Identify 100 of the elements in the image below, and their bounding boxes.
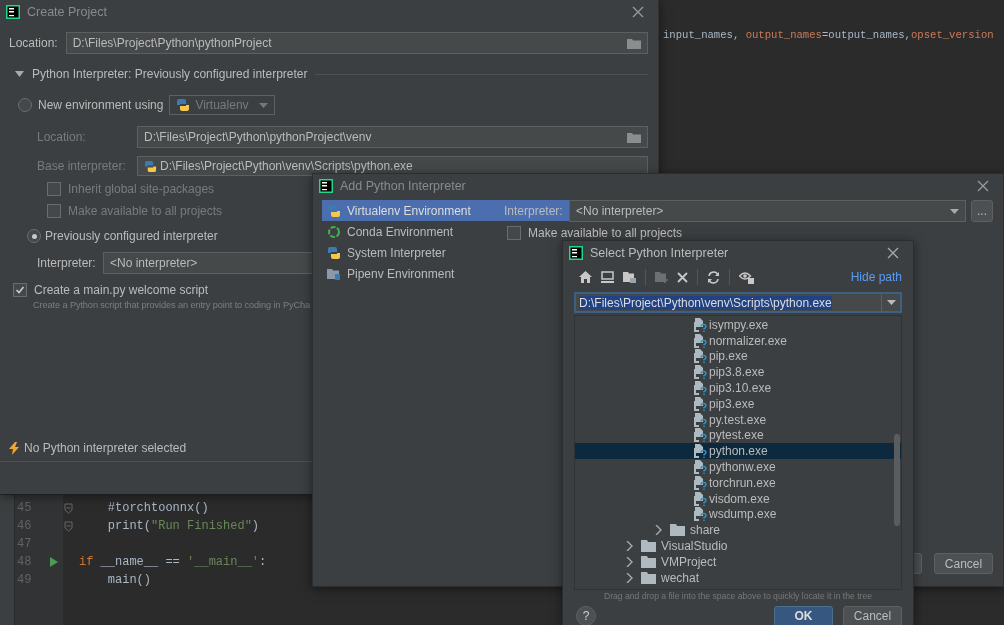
- unknown-file-icon: [694, 381, 707, 396]
- folder-item[interactable]: VMProject: [575, 553, 901, 570]
- cancel-button[interactable]: Cancel: [843, 605, 902, 625]
- folder-icon: [641, 540, 656, 553]
- radio-label: Previously configured interpreter: [45, 229, 218, 243]
- field-label: Location:: [9, 36, 58, 50]
- file-item[interactable]: isympy.exe: [575, 317, 901, 333]
- chevron-icon[interactable]: [625, 541, 633, 552]
- app-logo-icon: [6, 5, 20, 19]
- run-icon[interactable]: [49, 556, 59, 568]
- folder-icon[interactable]: [627, 37, 641, 49]
- file-item[interactable]: visdom.exe: [575, 490, 901, 507]
- refresh-icon[interactable]: [707, 270, 720, 284]
- browse-button[interactable]: ...: [971, 200, 993, 222]
- file-item[interactable]: pip3.10.exe: [575, 380, 901, 396]
- folder-icon: [641, 571, 656, 584]
- chevron-icon[interactable]: [625, 556, 633, 567]
- file-item[interactable]: wsdump.exe: [575, 506, 901, 523]
- location-field[interactable]: D:\Files\Project\Python\pythonProject: [65, 32, 648, 54]
- caret-icon: [259, 102, 269, 108]
- sidebar-item[interactable]: Conda Environment: [322, 221, 489, 242]
- collapse-icon[interactable]: [15, 71, 24, 77]
- window-title: Select Python Interpreter: [590, 246, 729, 260]
- code-line: print("Run Finished"): [106, 519, 260, 533]
- ok-button[interactable]: OK: [774, 605, 833, 625]
- folder-icon: [670, 524, 685, 537]
- hide-path-link[interactable]: Hide path: [850, 270, 902, 284]
- checkbox[interactable]: [47, 204, 61, 218]
- folder-icon[interactable]: [627, 131, 641, 143]
- python-icon: [176, 98, 191, 112]
- unknown-file-icon: [694, 317, 707, 332]
- checkbox-label: Make available to all projects: [68, 204, 223, 218]
- radio-button[interactable]: [27, 229, 41, 243]
- radio-label: New environment using: [38, 98, 164, 112]
- checkbox-label: Inherit global site-packages: [68, 182, 215, 196]
- window-title: Add Python Interpreter: [340, 179, 466, 193]
- code-line: main(): [106, 573, 151, 587]
- delete-icon[interactable]: [677, 271, 688, 283]
- unknown-file-icon: [694, 428, 707, 443]
- code-line: #torchtoonnx(): [106, 501, 209, 515]
- help-button[interactable]: ?: [576, 606, 596, 625]
- python-icon: [327, 203, 341, 218]
- location-field[interactable]: D:\Files\Project\Python\pythonProject\venv: [137, 126, 648, 148]
- sidebar-item[interactable]: Pipenv Environment: [322, 263, 489, 284]
- radio-button[interactable]: [18, 98, 32, 112]
- home-icon[interactable]: [579, 271, 592, 283]
- unknown-file-icon: [694, 475, 707, 490]
- lightning-icon: [9, 441, 19, 455]
- file-item[interactable]: pip3.exe: [575, 396, 901, 412]
- checkbox[interactable]: [47, 182, 61, 196]
- file-item[interactable]: normalizer.exe: [575, 332, 901, 349]
- ring-icon: [327, 224, 341, 239]
- code-line: input_names, output_names=output_names,opset_version: [663, 28, 994, 42]
- interpreter-dropdown[interactable]: <No interpreter>: [569, 200, 966, 222]
- scrollbar[interactable]: [894, 434, 900, 526]
- code-line: if __name__ == '__main__':: [79, 555, 267, 569]
- warning-text: No Python interpreter selected: [24, 441, 187, 455]
- unknown-file-icon: [694, 412, 707, 427]
- window-title: Create Project: [27, 5, 107, 19]
- chevron-icon[interactable]: [654, 525, 662, 536]
- interpreter-dropdown[interactable]: D:\Files\Project\Python\venv\Scripts\python.exe: [137, 156, 648, 176]
- section-title[interactable]: Python Interpreter: Previously configured interpreter: [32, 67, 308, 81]
- folder-icon: [641, 555, 656, 568]
- python-icon: [327, 245, 341, 260]
- app-logo-icon: [319, 179, 333, 193]
- file-item[interactable]: pytest.exe: [575, 427, 901, 444]
- file-item[interactable]: pythonw.exe: [575, 459, 901, 475]
- unknown-file-icon: [694, 507, 707, 522]
- field-label: Interpreter:: [37, 256, 97, 270]
- file-item[interactable]: python.exe: [575, 443, 901, 460]
- caret-icon: [950, 208, 959, 214]
- file-item[interactable]: pip.exe: [575, 348, 901, 365]
- close-icon[interactable]: [632, 6, 644, 18]
- folder-item[interactable]: wechat: [575, 569, 901, 586]
- file-item[interactable]: pip3.8.exe: [575, 364, 901, 381]
- monitor-icon[interactable]: [601, 271, 614, 283]
- chevron-icon[interactable]: [625, 572, 633, 583]
- folder-icon[interactable]: [623, 271, 636, 283]
- field-label: Base interpreter:: [37, 159, 127, 173]
- cancel-button[interactable]: Cancel: [934, 553, 993, 574]
- folder-item[interactable]: share: [575, 522, 901, 539]
- python-icon: [144, 159, 157, 173]
- eye-icon[interactable]: [739, 270, 754, 284]
- unknown-file-icon: [694, 349, 707, 364]
- unknown-file-icon: [694, 444, 707, 459]
- caret-icon[interactable]: [886, 300, 896, 305]
- unknown-file-icon: [694, 333, 707, 348]
- unknown-file-icon: [694, 491, 707, 506]
- folder-item[interactable]: VisualStudio: [575, 538, 901, 554]
- checkbox-label: Make available to all projects: [528, 226, 683, 240]
- close-icon[interactable]: [977, 180, 989, 192]
- field-label: Interpreter:: [504, 204, 564, 218]
- file-item[interactable]: torchrun.exe: [575, 474, 901, 491]
- checkbox[interactable]: [13, 283, 27, 297]
- checkbox[interactable]: [507, 226, 521, 240]
- path-field[interactable]: D:\Files\Project\Python\venv\Scripts\python.exe: [574, 292, 902, 313]
- close-icon[interactable]: [887, 247, 899, 259]
- sidebar-item[interactable]: System Interpreter: [322, 242, 489, 263]
- unknown-file-icon: [694, 460, 707, 475]
- file-item[interactable]: py.test.exe: [575, 411, 901, 428]
